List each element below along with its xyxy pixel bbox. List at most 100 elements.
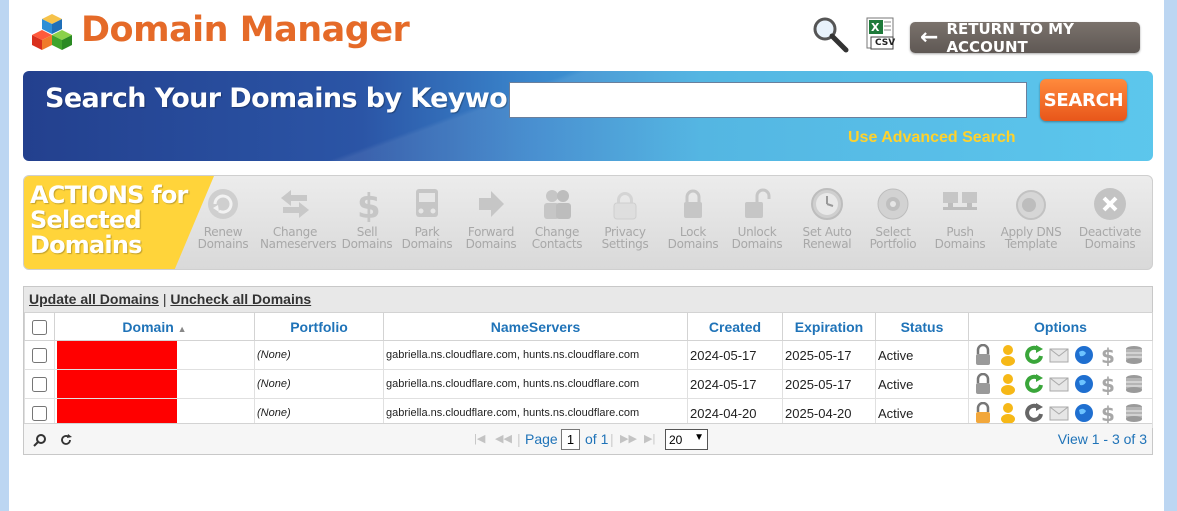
action-label: Set Auto Renewal <box>802 225 852 251</box>
column-header-portfolio[interactable]: Portfolio <box>254 312 384 341</box>
dns-template-icon <box>1016 190 1046 220</box>
row-option-icons: $ <box>971 401 1150 426</box>
column-header-options: Options <box>968 312 1153 341</box>
action-park-domains[interactable]: Park Domains <box>392 186 462 250</box>
view-range-label: View 1 - 3 of 3 <box>1057 431 1147 447</box>
first-page-icon[interactable]: |◀ <box>474 432 485 445</box>
magnifier-search-icon[interactable] <box>810 14 850 54</box>
update-all-domains-link[interactable]: Update all Domains <box>29 291 159 307</box>
return-button-label: RETURN TO MY ACCOUNT <box>946 19 1074 56</box>
email-envelope-icon[interactable] <box>1048 402 1070 424</box>
grid-pager: |◀ ◀◀ | Page of 1 | ▶▶ ▶| 20 ▼ View 1 - … <box>24 423 1152 454</box>
dollar-icon: $ <box>357 187 381 222</box>
renew-arrow-icon[interactable] <box>1023 402 1045 424</box>
email-envelope-icon[interactable] <box>1048 373 1070 395</box>
row-option-icons: $ <box>971 343 1150 368</box>
redacted-domain-name[interactable] <box>57 341 177 369</box>
lock-icon <box>684 189 702 218</box>
status-cell: Active <box>875 369 969 399</box>
status-cell: Active <box>875 340 969 370</box>
dollar-icon[interactable]: $ <box>1098 373 1120 397</box>
advanced-search-link[interactable]: Use Advanced Search <box>848 129 1015 147</box>
pager-divider: | <box>517 431 521 447</box>
action-label: Push Domains <box>934 225 986 251</box>
action-renew-domains[interactable]: Renew Domains <box>188 186 258 250</box>
table-row[interactable]: (None) gabriella.ns.cloudflare.com, hunts… <box>24 340 1153 370</box>
options-cell: $ <box>968 340 1153 370</box>
action-label: Select Portfolio <box>869 225 917 251</box>
pager-divider: | <box>610 431 614 447</box>
return-to-account-button[interactable]: ← RETURN TO MY ACCOUNT <box>910 19 1140 56</box>
column-header-expiration[interactable]: Expiration <box>782 312 876 341</box>
globe-icon[interactable] <box>1073 373 1095 395</box>
domains-grid: Update all Domains | Uncheck all Domains… <box>23 286 1153 455</box>
search-button[interactable]: SEARCH <box>1040 79 1127 121</box>
link-separator: | <box>162 291 167 307</box>
page-label: Page <box>525 431 558 447</box>
dollar-icon[interactable]: $ <box>1098 344 1120 368</box>
contact-person-icon[interactable] <box>998 402 1020 424</box>
rows-per-page-select[interactable]: 20 ▼ <box>665 429 708 450</box>
chevron-down-icon: ▼ <box>694 432 704 443</box>
action-change-nameservers[interactable]: Change Nameservers <box>260 186 337 250</box>
svg-text:$: $ <box>357 187 381 222</box>
uncheck-all-domains-link[interactable]: Uncheck all Domains <box>170 291 311 307</box>
action-set-auto-renewal[interactable]: Set Auto Renewal <box>792 186 862 250</box>
forward-arrow-icon <box>479 191 504 217</box>
portfolio-icon <box>877 188 909 220</box>
refresh-icon[interactable] <box>59 433 73 447</box>
action-privacy-settings[interactable]: Privacy Settings <box>590 186 660 250</box>
action-select-portfolio[interactable]: Select Portfolio <box>858 186 928 250</box>
lock-icon[interactable] <box>973 343 995 366</box>
svg-text:$: $ <box>1101 373 1115 395</box>
lock-icon[interactable] <box>973 401 995 424</box>
action-lock-domains[interactable]: Lock Domains <box>658 186 728 250</box>
renew-arrow-icon[interactable] <box>1023 344 1045 366</box>
action-deactivate-domains[interactable]: Deactivate Domains <box>1075 186 1145 250</box>
csv-export-icon[interactable]: X CSV <box>861 17 899 53</box>
column-header-status[interactable]: Status <box>875 312 969 341</box>
action-label: Deactivate Domains <box>1078 225 1142 251</box>
database-icon[interactable] <box>1123 402 1145 424</box>
action-label: Unlock Domains <box>731 225 783 251</box>
column-header-nameservers[interactable]: NameServers <box>383 312 688 341</box>
page: Domain Manager X CSV ← RETURN TO MY ACCO… <box>9 0 1164 511</box>
row-checkbox[interactable] <box>32 377 47 393</box>
dollar-icon[interactable]: $ <box>1098 402 1120 426</box>
keyword-search-input[interactable] <box>509 82 1027 118</box>
domain-header-label: Domain <box>122 318 174 335</box>
select-all-checkbox[interactable] <box>32 319 47 335</box>
action-unlock-domains[interactable]: Unlock Domains <box>722 186 792 250</box>
globe-icon[interactable] <box>1073 402 1095 424</box>
page-title: Domain Manager <box>81 10 410 50</box>
last-page-icon[interactable]: ▶| <box>644 432 655 445</box>
action-push-domains[interactable]: Push Domains <box>925 186 995 250</box>
page-number-input[interactable] <box>561 429 580 450</box>
row-checkbox[interactable] <box>32 406 47 422</box>
sort-icon: ▲​ <box>177 323 187 334</box>
prev-page-icon[interactable]: ◀◀ <box>495 432 512 445</box>
column-header-created[interactable]: Created <box>687 312 783 341</box>
row-checkbox[interactable] <box>32 348 47 364</box>
next-page-icon[interactable]: ▶▶ <box>620 432 637 445</box>
contact-person-icon[interactable] <box>998 373 1020 395</box>
globe-icon[interactable] <box>1073 344 1095 366</box>
lock-icon[interactable] <box>973 372 995 395</box>
action-change-contacts[interactable]: Change Contacts <box>522 186 592 250</box>
redacted-domain-name[interactable] <box>57 370 177 398</box>
action-forward-domains[interactable]: Forward Domains <box>456 186 526 250</box>
search-icon[interactable] <box>33 433 47 447</box>
database-icon[interactable] <box>1123 373 1145 395</box>
table-header-row: Domain ▲​ Portfolio NameServers Created … <box>24 312 1153 341</box>
column-header-domain[interactable]: Domain ▲​ <box>54 312 255 341</box>
rows-per-page-value: 20 <box>669 432 683 447</box>
renew-arrow-icon[interactable] <box>1023 373 1045 395</box>
email-envelope-icon[interactable] <box>1048 344 1070 366</box>
contact-person-icon[interactable] <box>998 344 1020 366</box>
action-apply-dns-template[interactable]: Apply DNS Template <box>996 186 1066 250</box>
database-icon[interactable] <box>1123 344 1145 366</box>
portfolio-cell: (None) <box>254 369 384 399</box>
table-row[interactable]: (None) gabriella.ns.cloudflare.com, hunts… <box>24 369 1153 399</box>
svg-text:X: X <box>871 21 880 34</box>
clock-icon <box>811 188 843 220</box>
